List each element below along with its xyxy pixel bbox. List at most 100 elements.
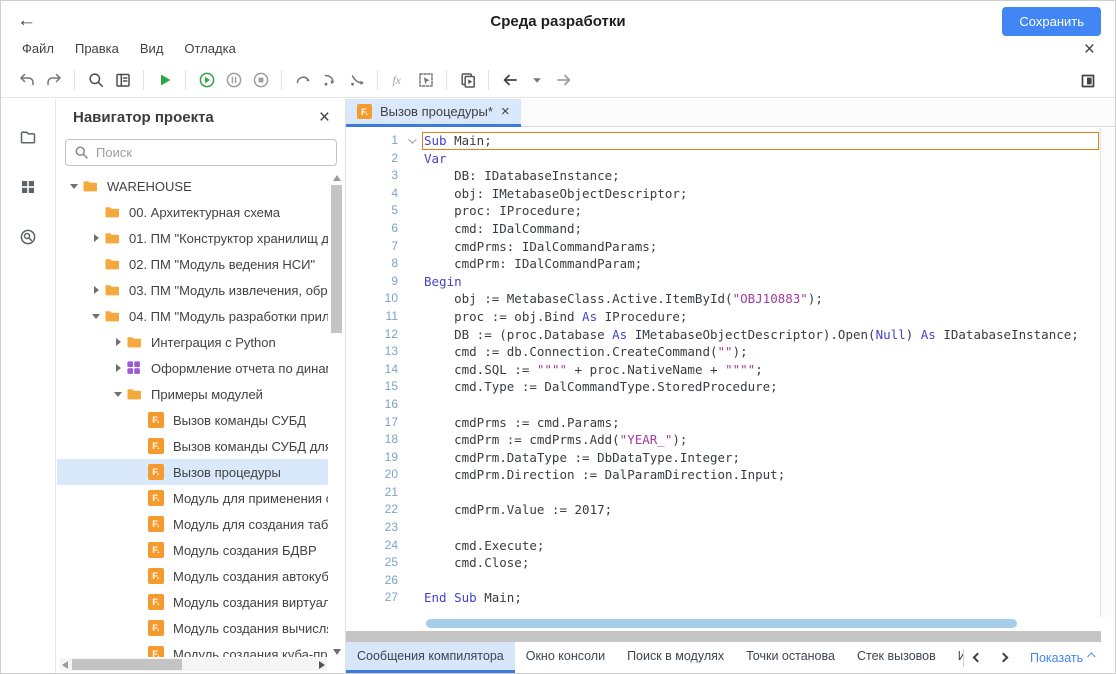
- tab-close-icon[interactable]: ×: [501, 104, 510, 119]
- tree-expander-icon[interactable]: [67, 184, 81, 189]
- tree-item[interactable]: 02. ПМ "Модуль ведения НСИ": [57, 251, 328, 277]
- line-number[interactable]: 23: [346, 519, 398, 537]
- tree-item[interactable]: F.Модуль создания вычисляемого ку: [57, 615, 328, 641]
- panel-toggle-button[interactable]: [1074, 67, 1101, 94]
- nav-forward-button[interactable]: [550, 67, 577, 94]
- nav-dropdown-button[interactable]: [523, 67, 550, 94]
- tree-expander-icon[interactable]: [89, 314, 103, 319]
- line-number[interactable]: 10: [346, 290, 398, 308]
- line-number[interactable]: 15: [346, 378, 398, 396]
- code-line[interactable]: 25 cmd.Close;: [346, 554, 1100, 572]
- code-line[interactable]: 8 cmdPrm: IDalCommandParam;: [346, 255, 1100, 273]
- tree-item-selected[interactable]: F.Вызов процедуры: [57, 459, 328, 485]
- code-line[interactable]: 10 obj := MetabaseClass.Active.ItemById(…: [346, 290, 1100, 308]
- line-number[interactable]: 18: [346, 431, 398, 449]
- line-number[interactable]: 5: [346, 202, 398, 220]
- tree-item[interactable]: F.Модуль создания БДВР: [57, 537, 328, 563]
- line-number[interactable]: 20: [346, 466, 398, 484]
- step-over-button[interactable]: [289, 67, 316, 94]
- undo-button[interactable]: [13, 67, 40, 94]
- panel-splitter[interactable]: [346, 631, 1101, 642]
- sidebar-vertical-scrollbar[interactable]: [330, 175, 343, 655]
- code-line[interactable]: 16: [346, 396, 1100, 414]
- fold-toggle[interactable]: [398, 132, 424, 150]
- editor-horizontal-scrollbar[interactable]: [346, 617, 1100, 631]
- bottom-tab[interactable]: Сообщения компилятора: [346, 642, 515, 673]
- code-line[interactable]: 11 proc := obj.Bind As IProcedure;: [346, 308, 1100, 326]
- sidebar-hscroll-thumb[interactable]: [72, 659, 182, 670]
- run-button[interactable]: [151, 67, 178, 94]
- tree-item[interactable]: 03. ПМ "Модуль извлечения, обработки: [57, 277, 328, 303]
- code-line[interactable]: 1Sub Main;: [346, 132, 1100, 150]
- tabs-prev-button[interactable]: [964, 642, 990, 673]
- tree-item[interactable]: F.Модуль создания виртуального куб: [57, 589, 328, 615]
- code-line[interactable]: 22 cmdPrm.Value := 2017;: [346, 501, 1100, 519]
- tree-item[interactable]: 00. Архитектурная схема: [57, 199, 328, 225]
- editor-hscroll-thumb[interactable]: [426, 619, 1017, 628]
- sidebar-vscroll-thumb[interactable]: [331, 185, 342, 333]
- step-into-button[interactable]: [316, 67, 343, 94]
- code-line[interactable]: 6 cmd: IDalCommand;: [346, 220, 1100, 238]
- code-line[interactable]: 27End Sub Main;: [346, 589, 1100, 607]
- redo-button[interactable]: [40, 67, 67, 94]
- tree-item[interactable]: F.Вызов команды СУБД для изменен: [57, 433, 328, 459]
- outline-button[interactable]: [109, 67, 136, 94]
- evaluate-button[interactable]: [412, 67, 439, 94]
- line-number[interactable]: 17: [346, 414, 398, 432]
- line-number[interactable]: 24: [346, 537, 398, 555]
- tree-item[interactable]: F.Модуль создания куба-представлен: [57, 641, 328, 657]
- code-editor[interactable]: 1Sub Main;2Var3 DB: IDatabaseInstance;4 …: [346, 128, 1100, 617]
- code-line[interactable]: 3 DB: IDatabaseInstance;: [346, 167, 1100, 185]
- line-number[interactable]: 6: [346, 220, 398, 238]
- line-number[interactable]: 9: [346, 273, 398, 291]
- bottom-tab[interactable]: Окно консоли: [515, 642, 616, 673]
- scroll-right-icon[interactable]: [319, 661, 325, 669]
- bottom-tab[interactable]: Инспектор з: [947, 642, 963, 673]
- tree-item[interactable]: F.Модуль создания автокуба: [57, 563, 328, 589]
- tree-item[interactable]: 01. ПМ "Конструктор хранилищ данных": [57, 225, 328, 251]
- tree-item[interactable]: 04. ПМ "Модуль разработки приложений": [57, 303, 328, 329]
- line-number[interactable]: 22: [346, 501, 398, 519]
- line-number[interactable]: 25: [346, 554, 398, 572]
- line-number[interactable]: 14: [346, 361, 398, 379]
- scroll-up-icon[interactable]: [333, 175, 341, 181]
- menu-item-правка[interactable]: Правка: [75, 41, 119, 56]
- line-number[interactable]: 12: [346, 326, 398, 344]
- code-line[interactable]: 12 DB := (proc.Database As IMetabaseObje…: [346, 326, 1100, 344]
- code-line[interactable]: 20 cmdPrm.Direction := DalParamDirection…: [346, 466, 1100, 484]
- line-number[interactable]: 1: [346, 132, 398, 150]
- code-line[interactable]: 23: [346, 519, 1100, 537]
- code-line[interactable]: 5 proc: IProcedure;: [346, 202, 1100, 220]
- sidebar-horizontal-scrollbar[interactable]: [60, 658, 327, 671]
- search-button[interactable]: [82, 67, 109, 94]
- code-line[interactable]: 26: [346, 572, 1100, 590]
- show-panel-link[interactable]: Показать: [1030, 651, 1093, 665]
- debug-pause-button[interactable]: [220, 67, 247, 94]
- step-out-button[interactable]: [343, 67, 370, 94]
- close-icon[interactable]: ×: [1084, 39, 1095, 61]
- scroll-left-icon[interactable]: [62, 661, 68, 669]
- search-input[interactable]: [96, 145, 328, 160]
- menu-item-файл[interactable]: Файл: [22, 41, 54, 56]
- line-number[interactable]: 19: [346, 449, 398, 467]
- tree-item[interactable]: F.Модуль для применения обновлени: [57, 485, 328, 511]
- line-number[interactable]: 11: [346, 308, 398, 326]
- code-line[interactable]: 18 cmdPrm := cmdPrms.Add("YEAR_");: [346, 431, 1100, 449]
- code-line[interactable]: 24 cmd.Execute;: [346, 537, 1100, 555]
- tree-item[interactable]: Оформление отчета по динамике спи: [57, 355, 328, 381]
- code-line[interactable]: 17 cmdPrms := cmd.Params;: [346, 414, 1100, 432]
- code-line[interactable]: 2Var: [346, 150, 1100, 168]
- rail-components-button[interactable]: [16, 175, 40, 199]
- line-number[interactable]: 26: [346, 572, 398, 590]
- bottom-tab[interactable]: Стек вызовов: [846, 642, 947, 673]
- line-number[interactable]: 13: [346, 343, 398, 361]
- tree-item[interactable]: F.Модуль для создания таблицы: [57, 511, 328, 537]
- debug-start-button[interactable]: [193, 67, 220, 94]
- line-number[interactable]: 2: [346, 150, 398, 168]
- line-number[interactable]: 8: [346, 255, 398, 273]
- tree-expander-icon[interactable]: [111, 392, 125, 397]
- code-line[interactable]: 15 cmd.Type := DalCommandType.StoredProc…: [346, 378, 1100, 396]
- code-line[interactable]: 21: [346, 484, 1100, 502]
- tree-expander-icon[interactable]: [111, 364, 125, 372]
- code-line[interactable]: 13 cmd := db.Connection.CreateCommand(""…: [346, 343, 1100, 361]
